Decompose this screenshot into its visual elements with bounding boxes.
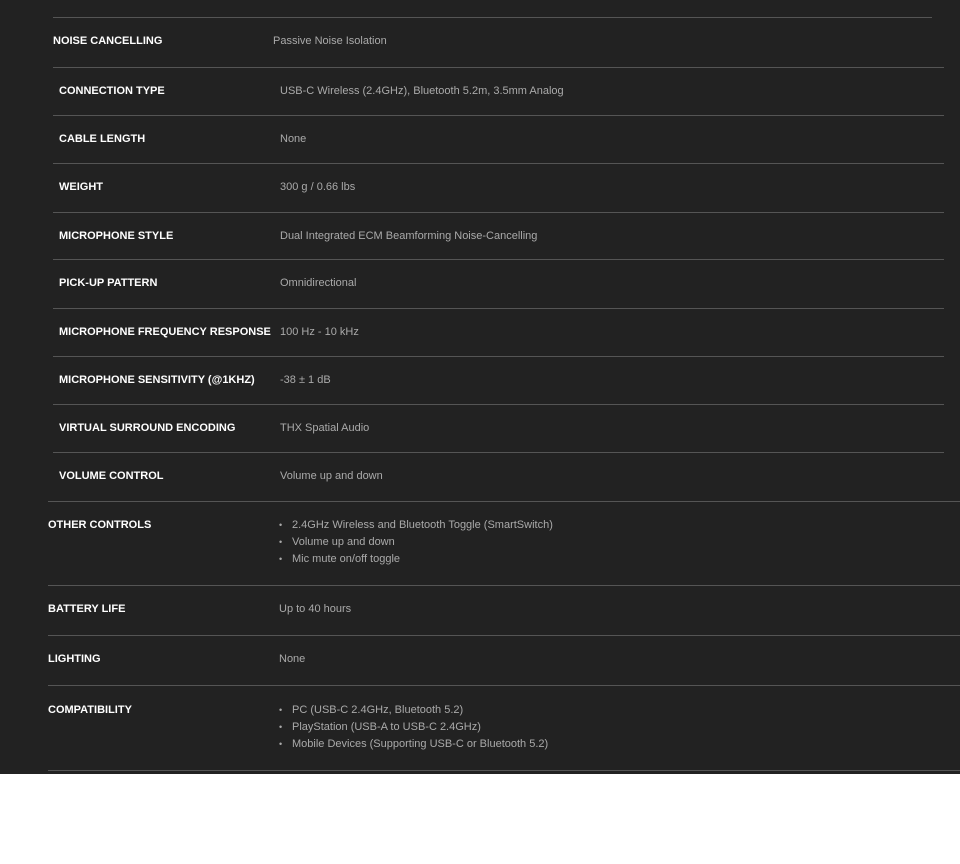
spec-label: MICROPHONE FREQUENCY RESPONSE (59, 326, 271, 338)
spec-label: LIGHTING (48, 653, 101, 665)
spec-row-virtual-surround-encoding: VIRTUAL SURROUND ENCODING THX Spatial Au… (53, 405, 944, 453)
spec-value-list: PC (USB-C 2.4GHz, Bluetooth 5.2) PlaySta… (279, 702, 548, 753)
spec-row-microphone-style: MICROPHONE STYLE Dual Integrated ECM Bea… (53, 213, 944, 260)
spec-label: OTHER CONTROLS (48, 519, 152, 531)
spec-row-microphone-sensitivity: MICROPHONE SENSITIVITY (@1KHZ) -38 ± 1 d… (53, 357, 944, 405)
spec-label: CONNECTION TYPE (59, 85, 165, 97)
spec-value: Volume up and down (280, 470, 383, 482)
spec-label: COMPATIBILITY (48, 704, 132, 716)
spec-label: BATTERY LIFE (48, 603, 126, 615)
list-item: 2.4GHz Wireless and Bluetooth Toggle (Sm… (279, 517, 553, 534)
spec-value: -38 ± 1 dB (280, 374, 331, 386)
list-item: PC (USB-C 2.4GHz, Bluetooth 5.2) (279, 702, 548, 719)
list-item: PlayStation (USB-A to USB-C 2.4GHz) (279, 719, 548, 736)
spec-value: Passive Noise Isolation (273, 35, 387, 47)
spec-label: MICROPHONE STYLE (59, 230, 174, 242)
spec-value: Omnidirectional (280, 277, 357, 289)
spec-label: PICK-UP PATTERN (59, 277, 158, 289)
spec-row-microphone-frequency-response: MICROPHONE FREQUENCY RESPONSE 100 Hz - 1… (53, 309, 944, 357)
spec-value: 100 Hz - 10 kHz (280, 326, 359, 338)
spec-value: THX Spatial Audio (280, 422, 370, 434)
spec-value: Dual Integrated ECM Beamforming Noise-Ca… (280, 230, 538, 242)
spec-value-list: 2.4GHz Wireless and Bluetooth Toggle (Sm… (279, 517, 553, 568)
spec-row-compatibility: COMPATIBILITY PC (USB-C 2.4GHz, Bluetoot… (48, 686, 960, 771)
spec-label: MICROPHONE SENSITIVITY (@1KHZ) (59, 374, 255, 386)
spec-label: WEIGHT (59, 181, 103, 193)
spec-row-volume-control: VOLUME CONTROL Volume up and down (48, 453, 960, 502)
list-item: Volume up and down (279, 534, 553, 551)
spec-value: Up to 40 hours (279, 603, 352, 615)
spec-label: CABLE LENGTH (59, 133, 146, 145)
list-item: Mobile Devices (Supporting USB-C or Blue… (279, 736, 548, 753)
spec-row-pick-up-pattern: PICK-UP PATTERN Omnidirectional (53, 260, 944, 309)
spec-value: USB-C Wireless (2.4GHz), Bluetooth 5.2m,… (280, 85, 564, 97)
spec-row-connection-type: CONNECTION TYPE USB-C Wireless (2.4GHz),… (53, 68, 944, 116)
spec-row-battery-life: BATTERY LIFE Up to 40 hours (48, 586, 960, 636)
specs-panel: NOISE CANCELLING Passive Noise Isolation… (0, 0, 960, 774)
spec-label: VIRTUAL SURROUND ENCODING (59, 422, 236, 434)
spec-row-lighting: LIGHTING None (48, 636, 960, 686)
spec-row-other-controls: OTHER CONTROLS 2.4GHz Wireless and Bluet… (48, 502, 960, 586)
spec-label: VOLUME CONTROL (59, 470, 164, 482)
spec-value: None (279, 653, 306, 665)
list-item: Mic mute on/off toggle (279, 551, 553, 568)
spec-value: 300 g / 0.66 lbs (280, 181, 356, 193)
spec-value: None (280, 133, 307, 145)
spec-row-cable-length: CABLE LENGTH None (53, 116, 944, 164)
spec-label: NOISE CANCELLING (53, 35, 163, 47)
spec-row-weight: WEIGHT 300 g / 0.66 lbs (53, 164, 944, 213)
spec-row-noise-cancelling: NOISE CANCELLING Passive Noise Isolation (53, 18, 944, 68)
